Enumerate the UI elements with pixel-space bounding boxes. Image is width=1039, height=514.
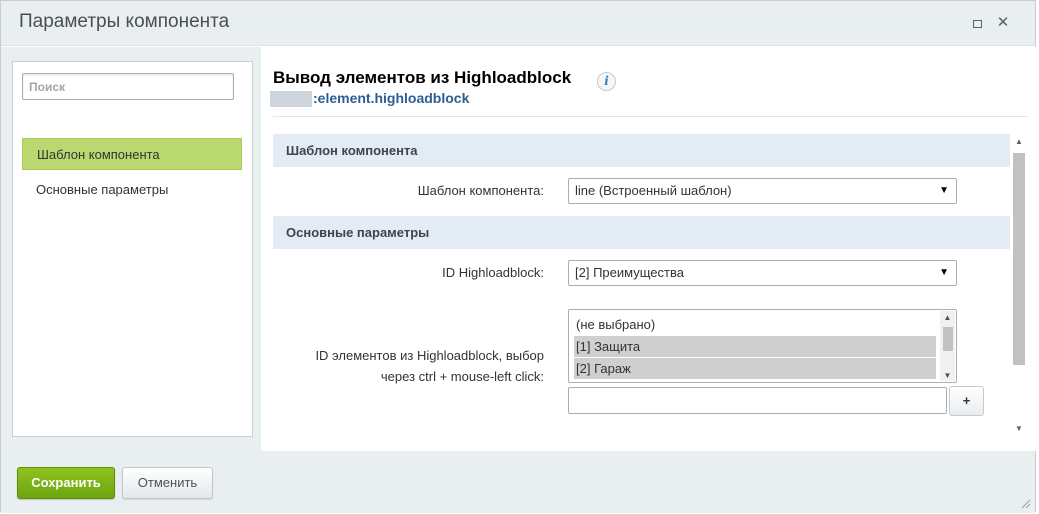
- multiselect-option[interactable]: [1] Защита: [574, 336, 936, 357]
- multiselect-option[interactable]: (не выбрано): [574, 314, 936, 335]
- hlblock-id-select-value: [2] Преимущества: [575, 265, 684, 280]
- multiselect-option[interactable]: [2] Гараж: [574, 358, 936, 379]
- component-code: :element.highloadblock: [313, 90, 470, 106]
- divider: [273, 116, 1027, 117]
- component-params-dialog: Параметры компонента ✕ Шаблон компонента…: [0, 0, 1037, 513]
- sidebar-item-template[interactable]: Шаблон компонента: [22, 138, 242, 170]
- dialog-content: Шаблон компонента Основные параметры Выв…: [1, 47, 1037, 451]
- dialog-titlebar[interactable]: Параметры компонента ✕: [1, 1, 1035, 46]
- dialog-footer: Сохранить Отменить: [1, 451, 1035, 513]
- template-field-label: Шаблон компонента:: [417, 183, 544, 198]
- template-select[interactable]: line (Встроенный шаблон) ▼: [568, 178, 957, 204]
- scroll-thumb[interactable]: [1013, 153, 1025, 365]
- component-title: Вывод элементов из Highloadblock: [273, 68, 572, 87]
- redacted-namespace: [270, 91, 312, 107]
- resize-grip-icon[interactable]: [1019, 497, 1031, 509]
- section-header-template: Шаблон компонента: [273, 134, 1010, 167]
- cancel-button[interactable]: Отменить: [122, 467, 213, 499]
- search-input[interactable]: [22, 73, 234, 100]
- params-scrollbar[interactable]: ▲ ▼: [1011, 137, 1027, 433]
- add-element-button[interactable]: +: [949, 386, 984, 416]
- main-panel: Вывод элементов из Highloadblock i :elem…: [261, 47, 1037, 451]
- template-select-value: line (Встроенный шаблон): [575, 183, 732, 198]
- section-header-main-params: Основные параметры: [273, 216, 1010, 249]
- multiselect-scrollbar[interactable]: ▲ ▼: [940, 311, 955, 381]
- hlblock-id-label: ID Highloadblock:: [442, 265, 544, 280]
- element-id-input[interactable]: [568, 387, 947, 414]
- dialog-title: Параметры компонента: [19, 11, 230, 32]
- close-icon[interactable]: ✕: [995, 15, 1011, 31]
- hlblock-id-select[interactable]: [2] Преимущества ▼: [568, 260, 957, 286]
- element-ids-label-line2: через ctrl + mouse-left click:: [380, 369, 544, 384]
- element-ids-label: ID элементов из Highloadblock, выбор чер…: [284, 345, 544, 387]
- sidebar-item-main-params[interactable]: Основные параметры: [22, 174, 242, 206]
- sidebar: Шаблон компонента Основные параметры: [12, 61, 253, 437]
- info-icon[interactable]: i: [597, 72, 616, 91]
- scroll-up-icon[interactable]: ▲: [1011, 137, 1027, 146]
- maximize-icon[interactable]: [969, 15, 985, 31]
- scroll-down-icon[interactable]: ▼: [940, 371, 955, 380]
- scroll-down-icon[interactable]: ▼: [1011, 424, 1027, 433]
- element-ids-label-line1: ID элементов из Highloadblock, выбор: [315, 348, 544, 363]
- dropdown-arrow-icon: ▼: [939, 267, 949, 278]
- scroll-thumb[interactable]: [943, 327, 953, 351]
- scroll-up-icon[interactable]: ▲: [940, 313, 955, 322]
- element-ids-multiselect[interactable]: (не выбрано) [1] Защита [2] Гараж ▲ ▼: [568, 309, 957, 383]
- dropdown-arrow-icon: ▼: [939, 185, 949, 196]
- save-button[interactable]: Сохранить: [17, 467, 115, 499]
